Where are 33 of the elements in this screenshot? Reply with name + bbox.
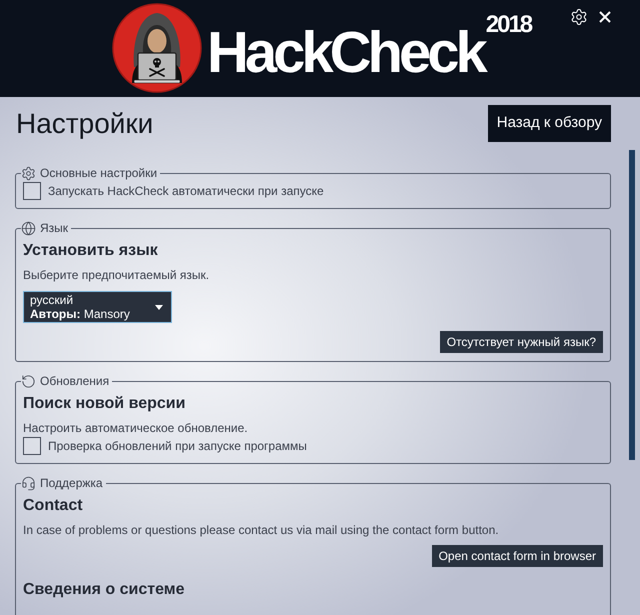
globe-icon (21, 220, 36, 236)
section-heading: Contact (23, 497, 84, 515)
gear-icon (21, 166, 36, 180)
scrollbar-thumb[interactable] (629, 150, 635, 460)
language-dropdown[interactable]: русский Авторы: Mansory (23, 291, 172, 323)
checkbox[interactable] (23, 437, 41, 455)
section-heading: Сведения о системе (23, 581, 186, 599)
logo-text: HackCheck (207, 24, 484, 82)
hacker-logo-icon (112, 3, 202, 93)
settings-button[interactable] (570, 8, 588, 26)
group-legend: Поддержка (40, 475, 103, 491)
checkbox-label: Проверка обновлений при запуске программы (48, 439, 307, 453)
logo-year: 2018 (486, 13, 532, 37)
headset-icon (21, 476, 36, 490)
back-to-overview-button[interactable]: Назад к обзору (488, 105, 611, 142)
checkbox-label: Запускать HackCheck автоматически при запуске (48, 184, 324, 198)
checkbox[interactable] (23, 182, 41, 200)
section-heading: Поиск новой версии (23, 395, 186, 413)
page-title: Настройки (16, 107, 154, 141)
group-legend: Основные настройки (40, 165, 158, 181)
close-icon (599, 11, 611, 23)
group-legend: Обновления (40, 373, 110, 389)
action-button[interactable]: Отсутствует нужный язык? (440, 331, 603, 353)
description-text: Настроить автоматическое обновление. (23, 421, 249, 435)
refresh-icon (21, 374, 36, 388)
close-button[interactable] (598, 10, 612, 24)
caret-icon (155, 304, 163, 310)
settings-icon (570, 8, 588, 26)
group-legend: Язык (40, 220, 68, 236)
description-text: Выберите предпочитаемый язык. (23, 268, 210, 282)
action-button[interactable]: Open contact form in browser (432, 545, 603, 567)
description-text: In case of problems or questions please contact us via mail using the contact form button. (23, 523, 500, 537)
section-heading: Установить язык (23, 242, 159, 260)
